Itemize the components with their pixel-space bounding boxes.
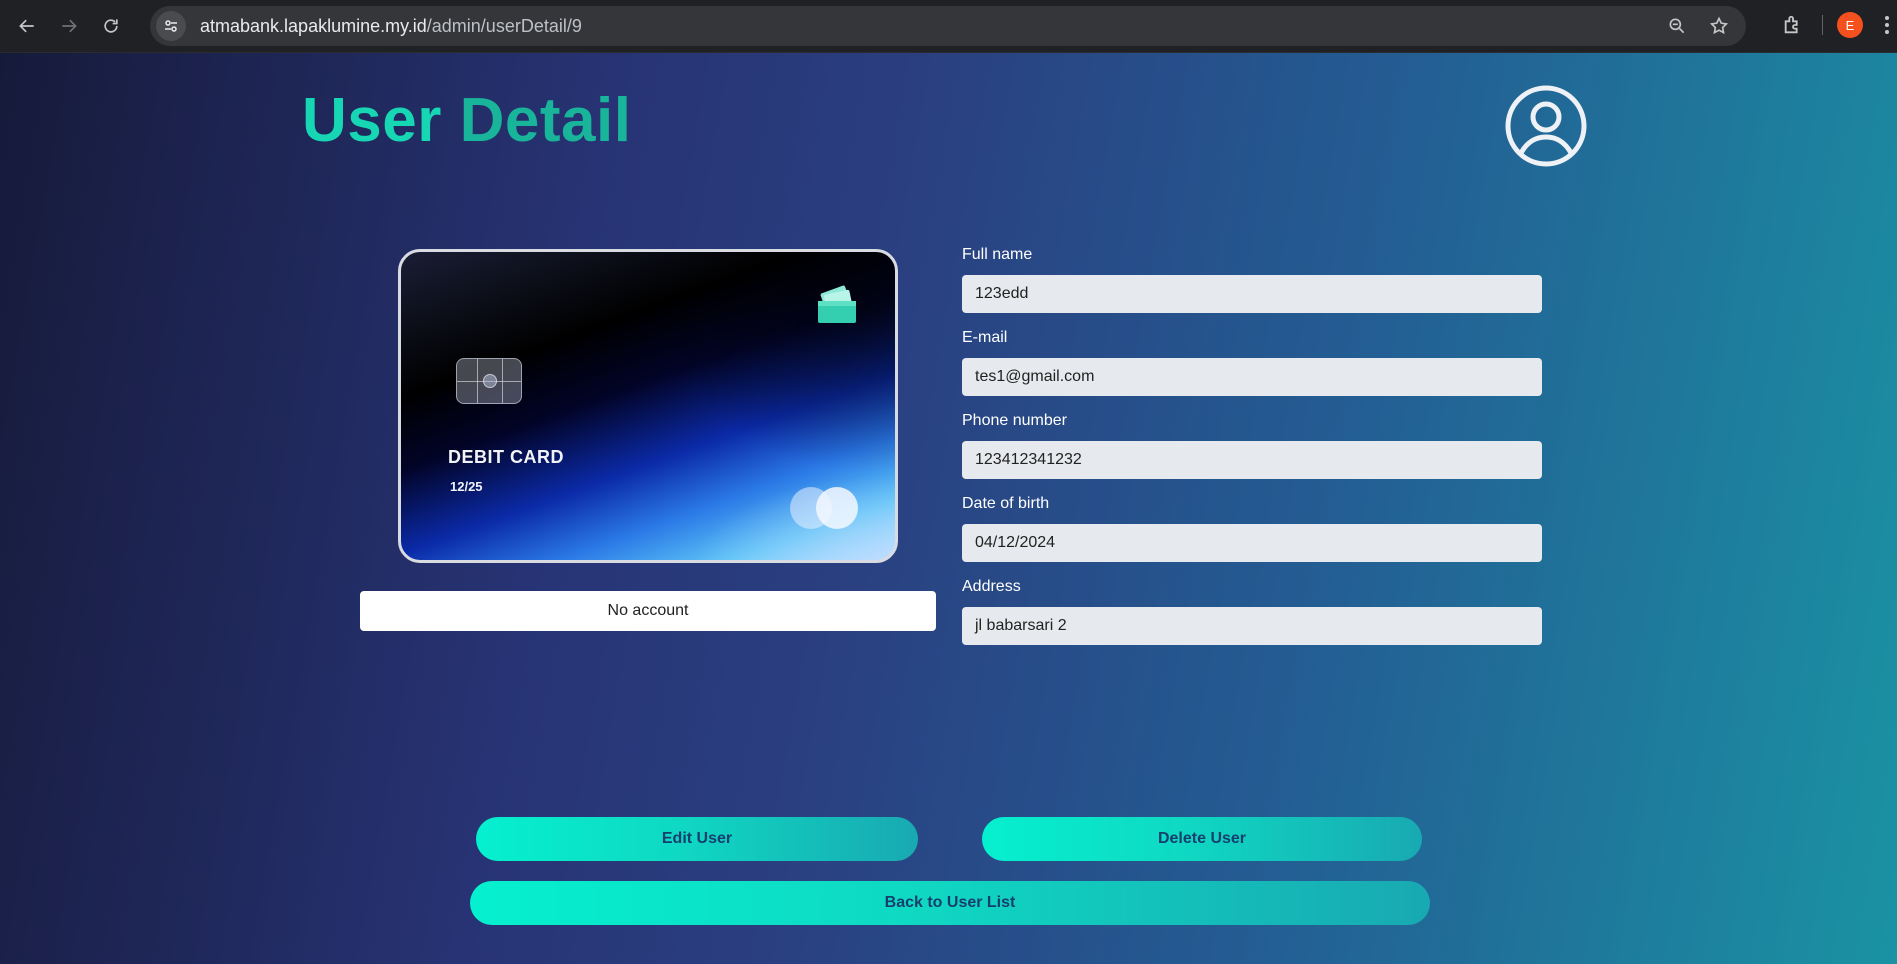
profile-avatar[interactable]: E: [1837, 12, 1863, 38]
back-to-user-list-button[interactable]: Back to User List: [470, 881, 1430, 925]
address-bar[interactable]: atmabank.lapaklumine.my.id/admin/userDet…: [150, 6, 1746, 46]
user-detail-form: Full name 123edd E-mail tes1@gmail.com P…: [962, 246, 1542, 661]
browser-toolbar: atmabank.lapaklumine.my.id/admin/userDet…: [0, 0, 1897, 53]
email-label: E-mail: [962, 329, 1008, 346]
page-content: User Detail DEBIT CARD 12/25 No account …: [0, 53, 1897, 964]
card-chip-icon: [456, 358, 522, 404]
menu-dots-icon[interactable]: [1877, 10, 1897, 40]
debit-card: DEBIT CARD 12/25: [398, 249, 898, 563]
user-avatar-icon[interactable]: [1503, 83, 1589, 169]
edit-user-button[interactable]: Edit User: [476, 817, 918, 861]
page-title: User Detail: [302, 85, 631, 156]
back-arrow-icon[interactable]: [12, 11, 42, 41]
zoom-icon[interactable]: [1662, 11, 1692, 41]
full-name-input[interactable]: 123edd: [962, 275, 1542, 313]
address-input[interactable]: jl babarsari 2: [962, 607, 1542, 645]
extensions-icon[interactable]: [1778, 10, 1808, 40]
title-word-user: User: [302, 86, 442, 155]
dob-label: Date of birth: [962, 495, 1050, 512]
forward-arrow-icon[interactable]: [54, 11, 84, 41]
card-type-label: DEBIT CARD: [448, 447, 564, 467]
phone-input[interactable]: 123412341232: [962, 441, 1542, 479]
card-brand-logo-icon: [790, 485, 860, 531]
bookmark-star-icon[interactable]: [1704, 11, 1734, 41]
url-text[interactable]: atmabank.lapaklumine.my.id/admin/userDet…: [200, 16, 582, 37]
toolbar-divider: [1822, 15, 1823, 35]
delete-user-button[interactable]: Delete User: [982, 817, 1422, 861]
reload-icon[interactable]: [96, 11, 126, 41]
site-info-icon[interactable]: [156, 11, 186, 41]
field-phone: Phone number 123412341232: [962, 412, 1542, 479]
account-status-box: No account: [360, 591, 936, 631]
email-input[interactable]: tes1@gmail.com: [962, 358, 1542, 396]
field-email: E-mail tes1@gmail.com: [962, 329, 1542, 396]
phone-label: Phone number: [962, 412, 1067, 429]
dob-input[interactable]: 04/12/2024: [962, 524, 1542, 562]
field-dob: Date of birth 04/12/2024: [962, 495, 1542, 562]
title-word-detail: Detail: [459, 86, 632, 155]
address-label: Address: [962, 578, 1021, 595]
field-address: Address jl babarsari 2: [962, 578, 1542, 645]
field-full-name: Full name 123edd: [962, 246, 1542, 313]
card-expiry: 12/25: [450, 479, 483, 494]
wallet-icon: [818, 285, 856, 323]
full-name-label: Full name: [962, 246, 1033, 263]
